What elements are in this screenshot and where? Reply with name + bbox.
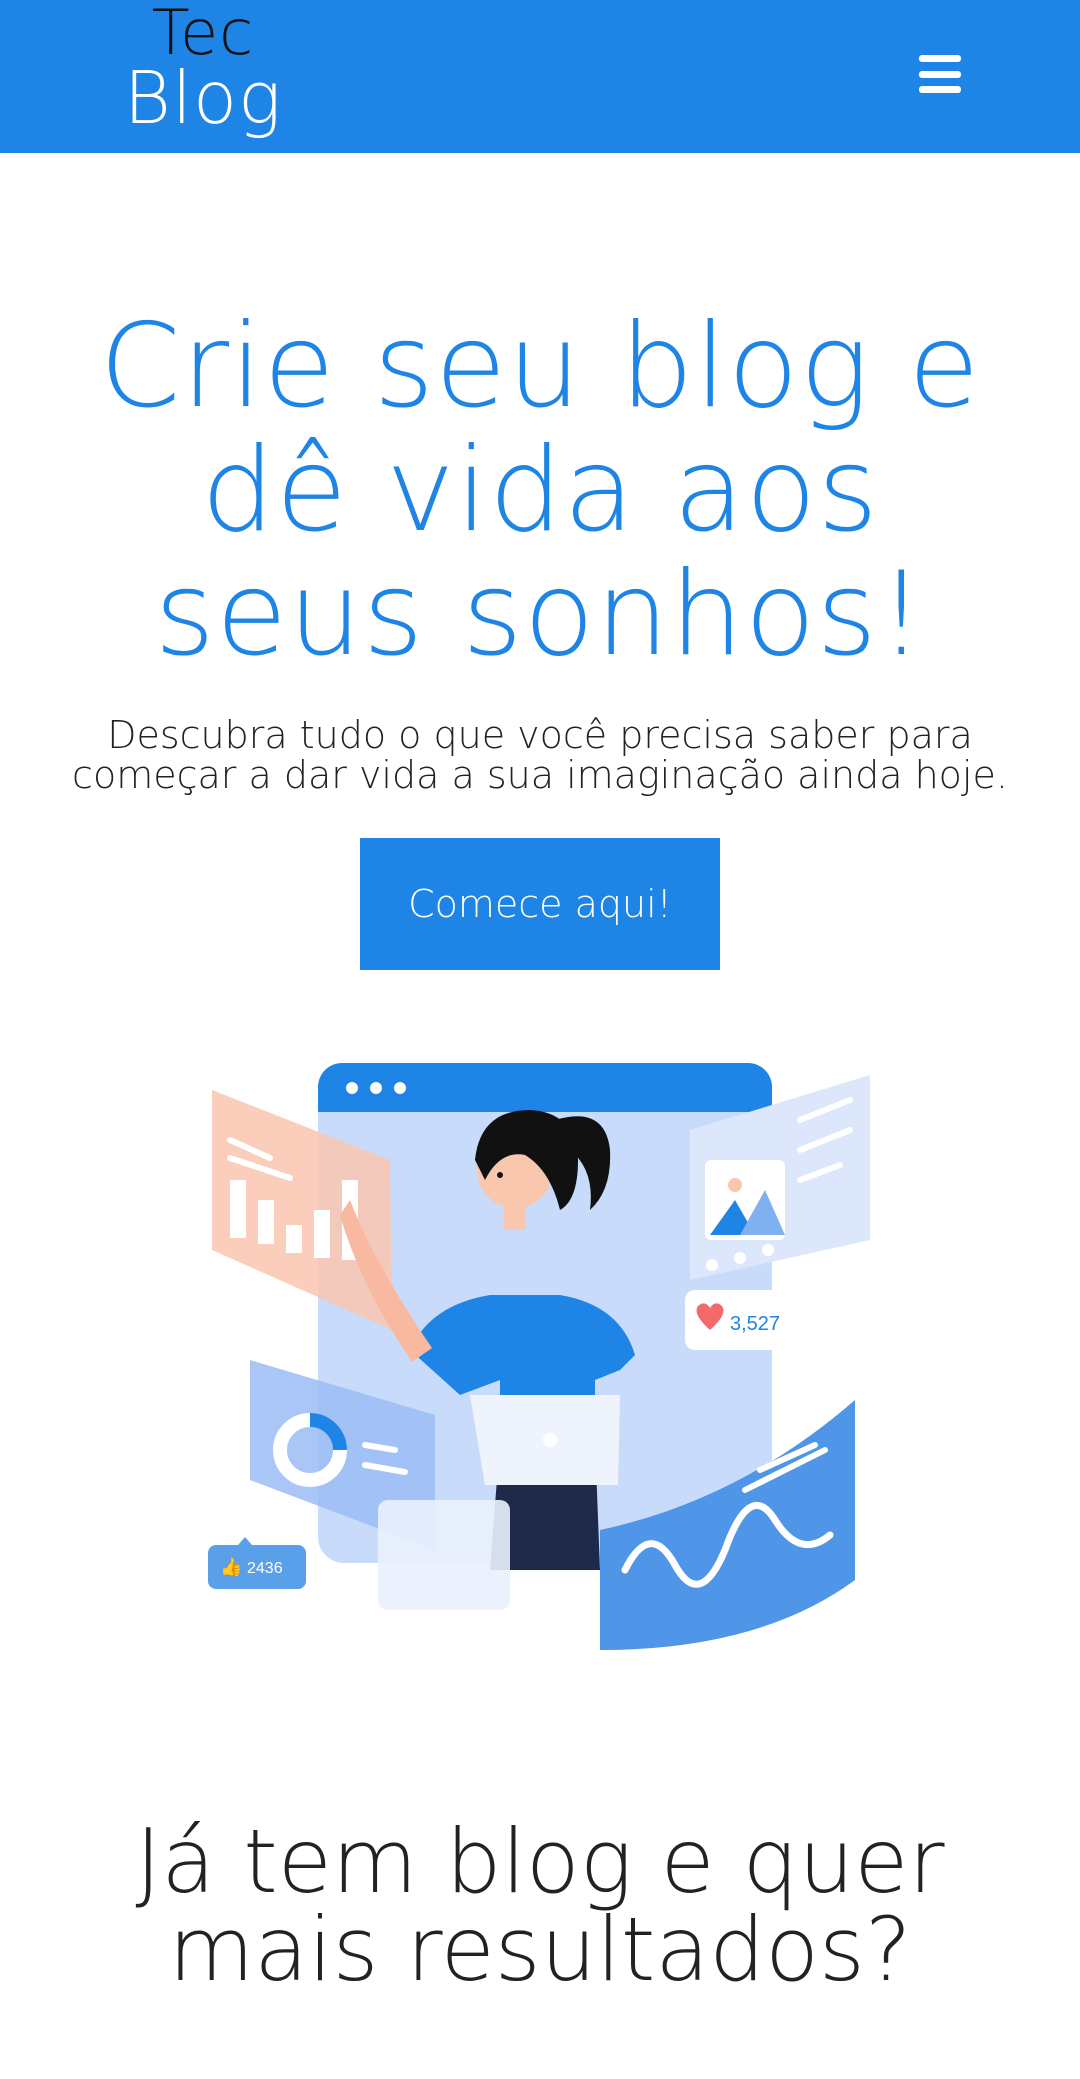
menu-bar	[919, 70, 961, 78]
window-dot	[394, 1082, 406, 1094]
thumbs-up-icon: 👍	[220, 1556, 242, 1577]
hero-subtitle: Descubra tudo o que você precisa saber p…	[72, 713, 1008, 797]
hamburger-menu-icon[interactable]	[919, 55, 961, 93]
start-here-button[interactable]: Comece aqui!	[360, 838, 720, 970]
chart-bar	[258, 1200, 274, 1244]
hero-title: Crie seu blog e dê vida aos seus sonhos!	[99, 299, 981, 682]
logo-line-1: Tec	[151, 0, 255, 69]
site-logo[interactable]: Tec Blog	[118, 0, 288, 140]
heart-count: 3,527	[730, 1313, 780, 1335]
chart-bar	[314, 1210, 330, 1258]
menu-bar	[919, 55, 961, 62]
section-title: Já tem blog e quer mais resultados?	[135, 1810, 945, 2001]
window-dot	[346, 1082, 358, 1094]
blogger-illustration: 3,527 👍 2436	[208, 1063, 870, 1650]
menu-bar	[919, 86, 961, 93]
top-navigation-bar: Tec Blog	[0, 0, 1080, 153]
chart-bar	[230, 1180, 246, 1238]
window-dot	[370, 1082, 382, 1094]
like-count: 2436	[247, 1560, 283, 1577]
logo-line-2: Blog	[123, 56, 283, 140]
chart-bar	[286, 1225, 302, 1253]
